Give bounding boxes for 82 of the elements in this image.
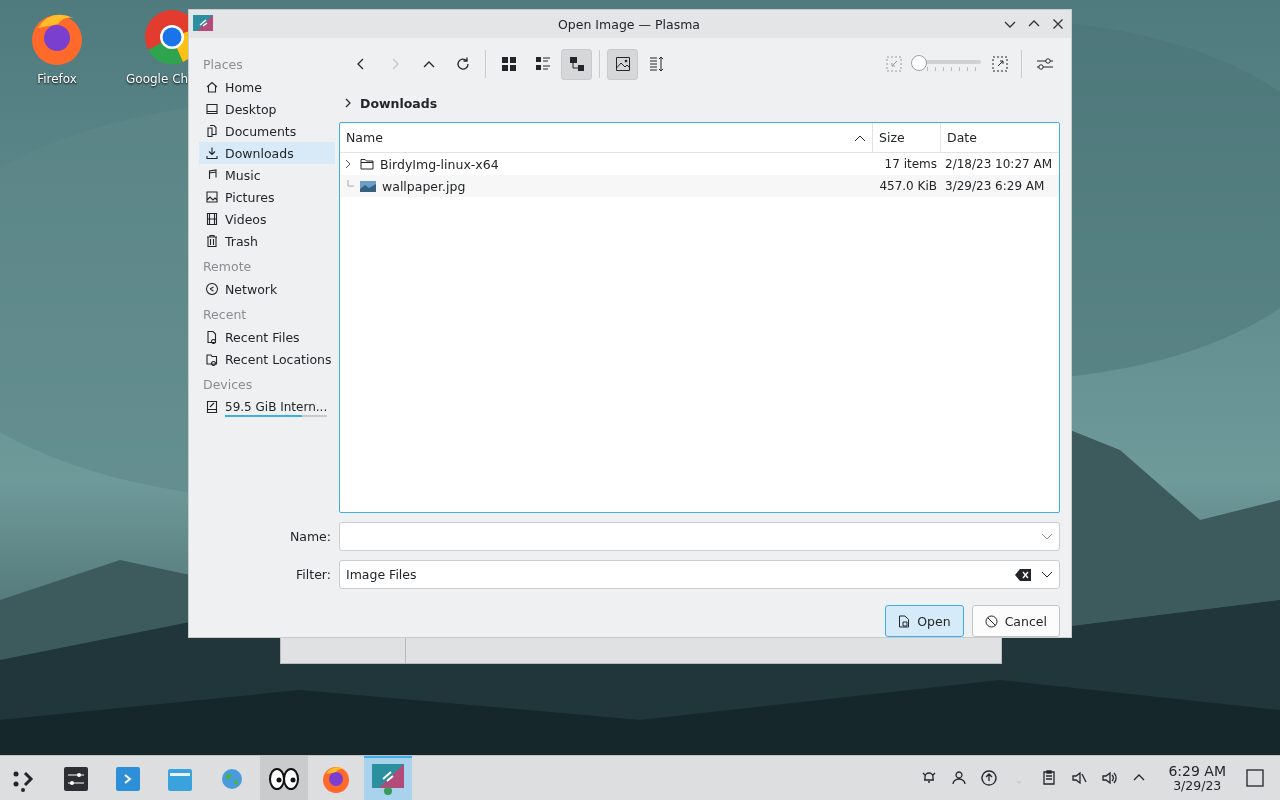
sort-icon (648, 56, 665, 72)
name-field[interactable] (339, 522, 1060, 551)
close-icon[interactable] (1051, 17, 1065, 31)
icons-view-icon (500, 56, 517, 72)
sidebar-item[interactable]: Network (199, 278, 335, 300)
sidebar-item[interactable]: 59.5 GiB Intern... (199, 396, 335, 418)
app-icon (193, 15, 213, 33)
sidebar-item[interactable]: Desktop (199, 98, 335, 120)
details-view-icon (534, 56, 551, 72)
sidebar-item[interactable]: Recent Locations (199, 348, 335, 370)
firefox-icon (321, 764, 351, 794)
sidebar-item[interactable]: Trash (199, 230, 335, 252)
volume-icon[interactable] (1100, 769, 1119, 787)
home-icon (205, 80, 219, 94)
downloads-icon (205, 146, 219, 160)
user-icon[interactable] (950, 769, 969, 787)
document-icon (898, 614, 911, 628)
field-label: Filter: (295, 567, 331, 582)
desktop-icon (205, 102, 219, 116)
trash-icon (205, 234, 219, 248)
breadcrumb[interactable]: Downloads (360, 95, 438, 111)
globe-icon (220, 767, 244, 791)
folder-icon (360, 158, 374, 170)
file-size: 457.0 KiB (879, 179, 937, 193)
recent-files-icon (205, 330, 219, 344)
sidebar-item[interactable]: Downloads (199, 142, 335, 164)
tree-view-icon (568, 56, 585, 72)
drive-icon (205, 400, 219, 414)
mic-muted-icon[interactable] (1070, 769, 1089, 787)
file-name[interactable]: wallpaper.jpg (382, 178, 466, 194)
desktop-icon-label[interactable]: Google Ch (126, 72, 189, 86)
cancel-icon (984, 614, 998, 628)
column-header[interactable]: Name (340, 123, 873, 152)
column-header[interactable]: Date (941, 123, 1059, 152)
folder-icon (167, 766, 193, 792)
field-label: Name: (288, 529, 331, 544)
section-heading: Devices (203, 376, 254, 394)
pictures-icon (205, 190, 219, 204)
filter-field[interactable]: Image Files (339, 560, 1060, 589)
column-header[interactable]: Size (873, 123, 941, 152)
sidebar-item[interactable]: Home (199, 76, 335, 98)
image-icon (614, 56, 631, 72)
update-icon[interactable] (980, 769, 999, 787)
clear-icon[interactable] (1015, 568, 1031, 581)
app-icon (371, 763, 405, 795)
section-heading: Places (203, 56, 244, 74)
section-heading: Remote (203, 258, 253, 276)
clock[interactable]: 6:29 AM 3/29/23 (1168, 764, 1226, 792)
open-button[interactable]: Open (885, 605, 964, 637)
chevron-icon[interactable] (343, 98, 353, 108)
sidebar-item[interactable]: Videos (199, 208, 335, 230)
settings-icon (63, 766, 89, 792)
eyes-icon (269, 767, 299, 791)
videos-icon (205, 212, 219, 226)
documents-icon (205, 124, 219, 138)
recent-locations-icon (205, 352, 219, 366)
window-title: Open Image — Plasma (558, 16, 700, 32)
preview-button[interactable] (607, 48, 638, 80)
clock-date: 3/29/23 (1173, 778, 1222, 792)
image-thumbnail-icon (360, 180, 376, 192)
cancel-button[interactable]: Cancel (971, 605, 1060, 637)
sidebar-item[interactable]: Documents (199, 120, 335, 142)
sidebar-item[interactable]: Music (199, 164, 335, 186)
imaging-task-button[interactable] (364, 756, 412, 800)
store-icon (115, 766, 141, 792)
section-heading: Recent (203, 306, 248, 324)
show-desktop-icon[interactable] (1246, 769, 1264, 787)
sidebar-item[interactable]: Recent Files (199, 326, 335, 348)
sliders-icon (1035, 56, 1054, 72)
zoom-slider[interactable] (911, 54, 983, 74)
file-name[interactable]: BirdyImg-linux-x64 (380, 156, 499, 172)
eyes-task-button[interactable] (260, 756, 308, 800)
file-date: 2/18/23 10:27 AM (945, 157, 1053, 171)
file-size: 17 items (884, 157, 937, 171)
dropdown-icon[interactable] (1041, 570, 1053, 579)
filter-value: Image Files (346, 567, 418, 582)
clock-time: 6:29 AM (1168, 764, 1226, 779)
tree-view-button[interactable] (561, 48, 592, 80)
file-date: 3/29/23 6:29 AM (945, 179, 1045, 193)
sidebar-item[interactable]: Pictures (199, 186, 335, 208)
desktop-icon-label[interactable]: Firefox (37, 72, 77, 86)
zoom-in-icon[interactable] (992, 56, 1008, 72)
